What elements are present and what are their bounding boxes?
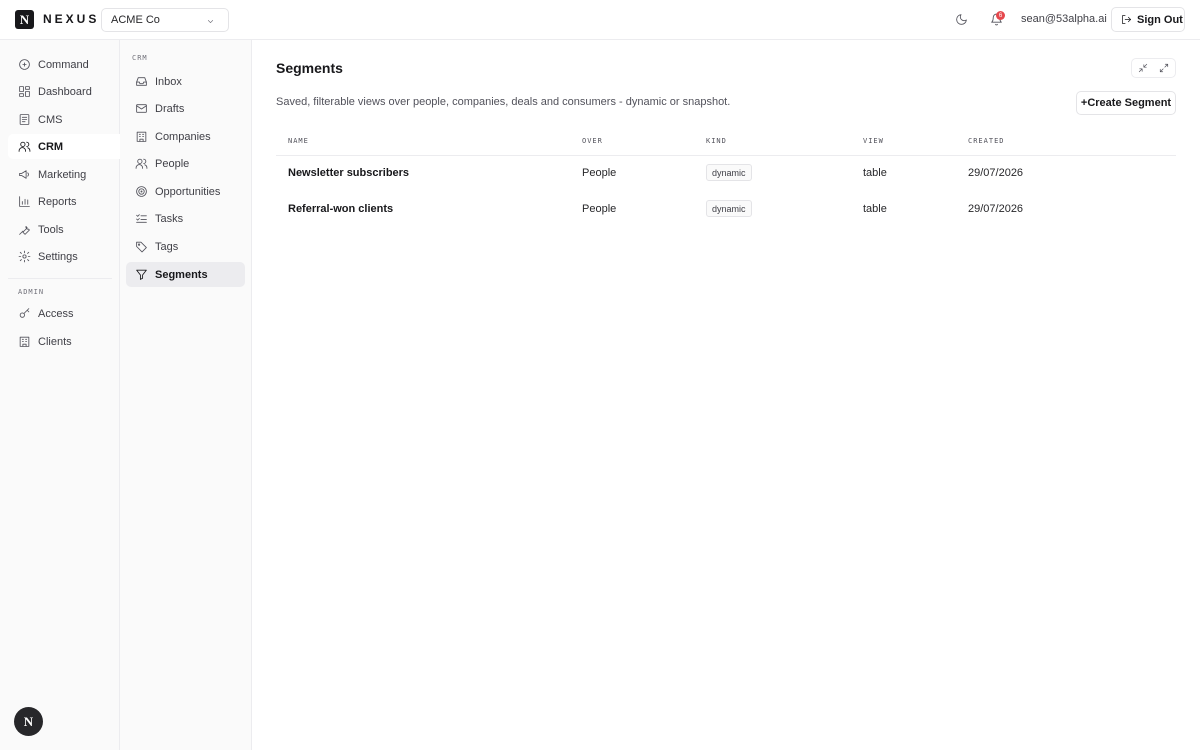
sidebar-item-label: Dashboard	[38, 85, 92, 98]
sidebar-item-crm[interactable]: CRM	[8, 134, 120, 159]
page-description: Saved, filterable views over people, com…	[276, 96, 731, 108]
column-header-over[interactable]: OVER	[582, 137, 603, 145]
sidebar-item-dashboard[interactable]: Dashboard	[8, 79, 120, 104]
sidebar-item-marketing[interactable]: Marketing	[8, 162, 120, 187]
subnav-item-label: Segments	[155, 268, 208, 281]
sidebar-item-label: Reports	[38, 195, 77, 208]
list-check-icon	[136, 214, 147, 223]
cms-icon	[19, 114, 30, 125]
user-email[interactable]: sean@53alpha.ai	[1021, 13, 1107, 25]
gear-icon	[18, 250, 31, 263]
subnav-item-label: Drafts	[155, 102, 185, 115]
column-header-view[interactable]: VIEW	[863, 137, 884, 145]
sign-out-button[interactable]: Sign Out	[1111, 7, 1185, 32]
mail-icon	[136, 104, 147, 113]
subnav-item-label: Tags	[155, 240, 179, 253]
segment-kind-badge: dynamic	[706, 200, 752, 217]
subnav-item-drafts[interactable]: Drafts	[126, 96, 245, 121]
segment-view: table	[863, 167, 887, 179]
sidebar-item-cms[interactable]: CMS	[8, 107, 120, 132]
column-header-created[interactable]: CREATED	[968, 137, 1005, 145]
sign-out-label: Sign Out	[1137, 13, 1183, 26]
segment-name[interactable]: Newsletter subscribers	[288, 167, 409, 179]
tag-icon	[136, 241, 147, 253]
subnav-item-label: People	[155, 157, 190, 170]
crm-subnav: CRM Inbox Drafts Companies People Opport…	[120, 40, 252, 750]
minimize-icon[interactable]	[1138, 63, 1148, 73]
segment-over: People	[582, 167, 617, 179]
create-segment-button[interactable]: +Create Segment	[1076, 91, 1176, 115]
subnav-item-label: Inbox	[155, 75, 182, 88]
column-header-kind[interactable]: KIND	[706, 137, 727, 145]
chart-icon	[19, 196, 30, 207]
table-row[interactable]: Newsletter subscribers People dynamic ta…	[276, 156, 1176, 192]
sidebar-item-label: CRM	[38, 140, 64, 153]
subnav-item-opportunities[interactable]: Opportunities	[126, 179, 245, 204]
inbox-icon	[136, 77, 147, 86]
subnav-item-companies[interactable]: Companies	[126, 124, 245, 149]
sidebar-item-label: Clients	[38, 335, 72, 348]
notification-badge: 6	[996, 11, 1005, 20]
segment-created: 29/07/2026	[968, 167, 1024, 179]
assistant-button[interactable]: N	[14, 707, 43, 736]
sidebar-item-command[interactable]: Command	[8, 52, 120, 77]
segment-over: People	[582, 203, 617, 215]
logo-mark[interactable]: N	[15, 10, 34, 29]
moon-icon[interactable]	[955, 13, 968, 26]
sidebar-divider	[8, 278, 112, 279]
sidebar-item-label: Command	[38, 58, 89, 71]
view-controls	[1131, 58, 1176, 78]
sidebar-item-clients[interactable]: Clients	[8, 329, 120, 354]
subnav-item-label: Companies	[155, 130, 211, 143]
org-select-value: ACME Co	[111, 14, 160, 26]
subnav-item-segments[interactable]: Segments	[126, 262, 245, 287]
users-icon	[18, 141, 31, 152]
maximize-icon[interactable]	[1159, 63, 1169, 73]
subnav-item-tasks[interactable]: Tasks	[126, 206, 245, 231]
building-icon	[136, 131, 147, 142]
megaphone-icon	[19, 170, 29, 179]
segment-created: 29/07/2026	[968, 203, 1024, 215]
sidebar-item-label: Marketing	[38, 168, 87, 181]
people-icon	[135, 158, 148, 169]
sidebar-item-label: CMS	[38, 113, 63, 126]
key-icon	[19, 308, 30, 318]
sidebar-item-settings[interactable]: Settings	[8, 244, 120, 269]
crm-section-label: CRM	[132, 54, 148, 62]
subnav-item-label: Tasks	[155, 212, 184, 225]
wrench-icon	[19, 225, 30, 235]
segment-kind-badge: dynamic	[706, 164, 752, 181]
subnav-item-inbox[interactable]: Inbox	[126, 69, 245, 94]
top-bar: N NEXUS ACME Co 6 sean@53alpha.ai Sign O…	[0, 0, 1200, 40]
sidebar-item-tools[interactable]: Tools	[8, 217, 120, 242]
segment-name[interactable]: Referral-won clients	[288, 203, 393, 215]
sidebar-item-label: Tools	[38, 223, 64, 236]
main-content: Segments Saved, filterable views over pe…	[252, 40, 1200, 750]
sidebar-item-label: Settings	[38, 250, 78, 263]
brand-name[interactable]: NEXUS	[43, 12, 99, 26]
filter-icon	[136, 269, 147, 280]
org-select[interactable]: ACME Co	[101, 8, 229, 32]
subnav-item-people[interactable]: People	[126, 151, 245, 176]
subnav-item-label: Opportunities	[155, 185, 221, 198]
column-header-name[interactable]: NAME	[288, 137, 309, 145]
building-icon	[19, 336, 30, 347]
subnav-item-tags[interactable]: Tags	[126, 234, 245, 259]
sidebar-item-reports[interactable]: Reports	[8, 189, 120, 214]
segment-view: table	[863, 203, 887, 215]
sidebar-item-access[interactable]: Access	[8, 301, 120, 326]
sidebar-item-label: Access	[38, 307, 74, 320]
logout-icon	[1122, 15, 1131, 24]
admin-section-label: ADMIN	[18, 288, 45, 296]
chevron-down-icon	[207, 20, 214, 23]
table-row[interactable]: Referral-won clients People dynamic tabl…	[276, 192, 1176, 228]
table-header: NAME OVER KIND VIEW CREATED	[276, 128, 1176, 156]
dashboard-icon	[19, 86, 30, 97]
main-sidebar: Command Dashboard CMS CRM Marketing Repo…	[0, 40, 120, 750]
command-icon	[19, 59, 30, 70]
segments-table: NAME OVER KIND VIEW CREATED Newsletter s…	[276, 128, 1176, 228]
page-title: Segments	[276, 60, 343, 76]
target-icon	[136, 186, 147, 197]
